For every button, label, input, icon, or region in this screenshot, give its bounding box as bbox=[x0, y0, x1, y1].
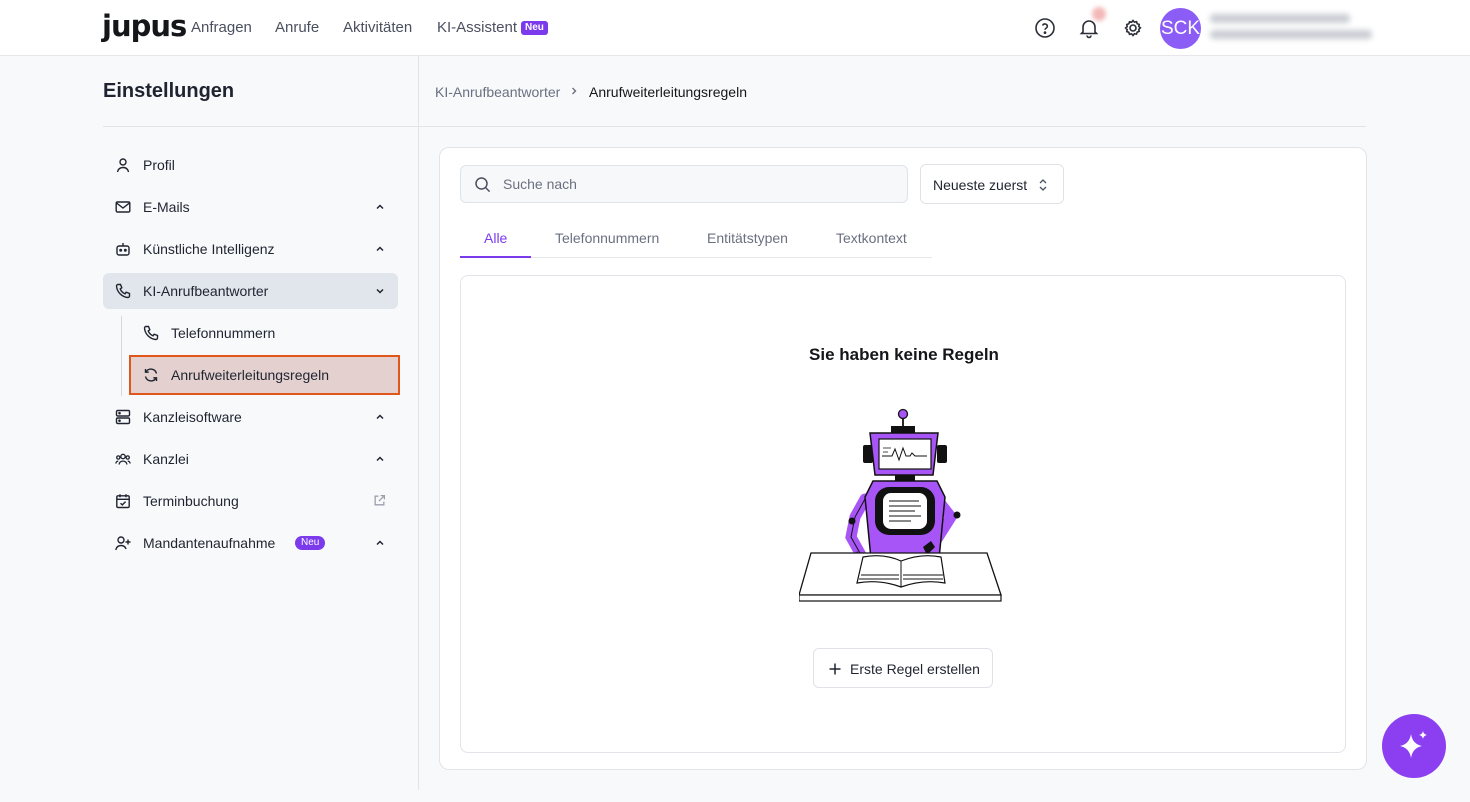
tab-alle[interactable]: Alle bbox=[484, 230, 507, 246]
sidebar-divider bbox=[103, 126, 418, 127]
server-icon bbox=[115, 409, 131, 425]
top-navigation: jupus Anfragen Anrufe Aktivitäten KI-Ass… bbox=[0, 0, 1470, 56]
sidebar-item-terminbuchung[interactable]: Terminbuchung bbox=[103, 483, 398, 519]
chevron-up-icon bbox=[376, 246, 384, 252]
users-icon bbox=[115, 453, 131, 465]
bot-icon bbox=[116, 243, 130, 256]
sidebar-item-kanzleisoftware[interactable]: Kanzleisoftware bbox=[103, 399, 398, 435]
search-icon bbox=[475, 177, 491, 193]
search-input[interactable] bbox=[503, 174, 893, 194]
gear-icon[interactable] bbox=[1121, 16, 1145, 40]
create-first-rule-label: Erste Regel erstellen bbox=[850, 661, 980, 677]
new-badge: Neu bbox=[521, 21, 548, 35]
nav-aktivitaeten[interactable]: Aktivitäten bbox=[343, 19, 412, 36]
sidebar-subitem-label: Anrufweiterleitungsregeln bbox=[171, 367, 329, 383]
external-link-icon bbox=[374, 494, 386, 506]
rules-card: Neueste zuerst Alle Telefonnummern Entit… bbox=[439, 147, 1367, 770]
nav-ki-assistent[interactable]: KI-Assistent bbox=[437, 19, 517, 36]
chevron-up-icon bbox=[376, 456, 384, 462]
nav-anrufe[interactable]: Anrufe bbox=[275, 19, 319, 36]
chevron-up-icon bbox=[376, 204, 384, 210]
robot-reading-illustration bbox=[799, 408, 1002, 602]
sidebar-item-label: Profil bbox=[143, 157, 175, 173]
search-box[interactable] bbox=[460, 165, 908, 203]
breadcrumb-current: Anrufweiterleitungsregeln bbox=[589, 84, 747, 100]
refresh-icon bbox=[144, 368, 158, 382]
sidebar-item-kuenstliche-intelligenz[interactable]: Künstliche Intelligenz bbox=[103, 231, 398, 267]
sidebar-subitem-label: Telefonnummern bbox=[171, 325, 276, 341]
empty-state: Sie haben keine Regeln Erste Regel erste… bbox=[460, 275, 1346, 753]
tab-entitaetstypen[interactable]: Entitätstypen bbox=[707, 230, 788, 246]
sidebar-item-label: Mandantenaufnahme bbox=[143, 535, 276, 551]
user-plus-icon bbox=[115, 536, 131, 551]
tab-textkontext[interactable]: Textkontext bbox=[836, 230, 907, 246]
sidebar-item-label: Terminbuchung bbox=[143, 493, 239, 509]
settings-title: Einstellungen bbox=[103, 80, 235, 102]
phone-icon bbox=[115, 283, 131, 299]
chevron-up-down-icon bbox=[1039, 179, 1047, 191]
breadcrumb-parent[interactable]: KI-Anrufbeantworter bbox=[435, 84, 560, 100]
sort-dropdown[interactable]: Neueste zuerst bbox=[920, 164, 1064, 204]
sidebar-item-label: Kanzlei bbox=[143, 451, 189, 467]
chevron-down-icon bbox=[376, 288, 384, 294]
sidebar-item-mandantenaufnahme[interactable]: Mandantenaufnahme Neu bbox=[103, 525, 398, 561]
jupus-logo[interactable]: jupus bbox=[102, 9, 187, 43]
create-first-rule-button[interactable]: Erste Regel erstellen bbox=[813, 648, 993, 688]
sidebar-item-label: KI-Anrufbeantworter bbox=[143, 283, 269, 299]
sidebar-subitem-anrufweiterleitungsregeln[interactable]: Anrufweiterleitungsregeln bbox=[129, 355, 400, 395]
new-badge: Neu bbox=[295, 536, 326, 550]
filter-tabs: Alle Telefonnummern Entitätstypen Textko… bbox=[460, 220, 932, 258]
chevron-up-icon bbox=[376, 414, 384, 420]
sidebar-border bbox=[418, 56, 419, 790]
sidebar-item-kanzlei[interactable]: Kanzlei bbox=[103, 441, 398, 477]
chevron-up-icon bbox=[376, 540, 384, 546]
submenu-line bbox=[121, 316, 122, 396]
sort-label: Neueste zuerst bbox=[933, 177, 1028, 193]
sparkle-icon bbox=[1400, 731, 1427, 758]
phone-icon bbox=[143, 325, 159, 341]
nav-anfragen[interactable]: Anfragen bbox=[191, 19, 252, 36]
sidebar-item-label: Kanzleisoftware bbox=[143, 409, 242, 425]
sidebar-item-label: Künstliche Intelligenz bbox=[143, 241, 275, 257]
sidebar-item-ki-anrufbeantworter[interactable]: KI-Anrufbeantworter bbox=[103, 273, 398, 309]
sidebar-subitem-telefonnummern[interactable]: Telefonnummern bbox=[129, 313, 400, 353]
bell-icon[interactable] bbox=[1077, 16, 1101, 40]
ai-assistant-fab[interactable] bbox=[1382, 714, 1446, 778]
user-info-redacted[interactable] bbox=[1210, 14, 1372, 44]
sidebar-item-emails[interactable]: E-Mails bbox=[103, 189, 398, 225]
calendar-check-icon bbox=[116, 494, 130, 509]
tab-telefonnummern[interactable]: Telefonnummern bbox=[555, 230, 659, 246]
empty-state-title: Sie haben keine Regeln bbox=[809, 345, 999, 364]
user-icon bbox=[116, 158, 130, 173]
sidebar-item-label: E-Mails bbox=[143, 199, 190, 215]
breadcrumb-divider bbox=[419, 126, 1366, 127]
help-circle-icon[interactable] bbox=[1033, 16, 1057, 40]
sidebar-item-profil[interactable]: Profil bbox=[103, 147, 398, 183]
chevron-right-icon bbox=[572, 87, 577, 95]
avatar[interactable]: SCK bbox=[1160, 8, 1201, 49]
mail-icon bbox=[115, 201, 131, 213]
plus-icon bbox=[829, 663, 841, 675]
active-tab-indicator bbox=[460, 256, 531, 258]
